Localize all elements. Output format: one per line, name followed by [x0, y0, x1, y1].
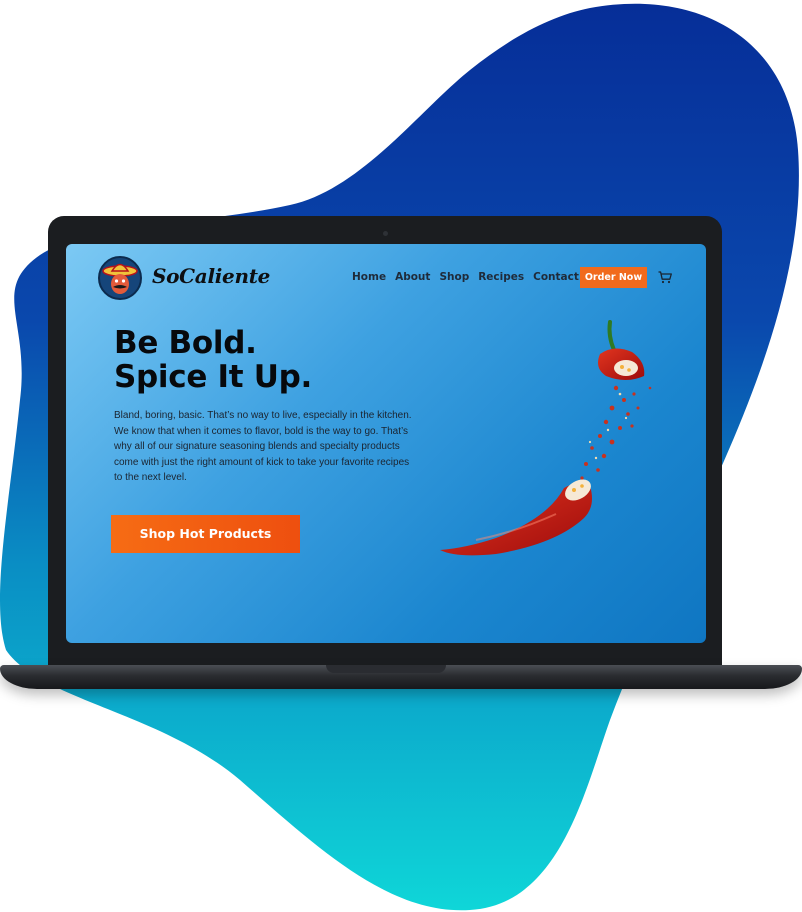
nav-contact[interactable]: Contact: [533, 271, 579, 283]
hero-body-text: Bland, boring, basic. That’s no way to l…: [114, 410, 412, 483]
main-nav: Home About Shop Recipes Contact: [352, 271, 588, 283]
brand-name[interactable]: SoCaliente: [152, 264, 270, 288]
headline-line-2: Spice It Up.: [114, 359, 313, 395]
chili-pepper-image: [440, 320, 652, 556]
nav-about[interactable]: About: [395, 271, 430, 283]
headline-line-1: Be Bold.: [114, 325, 257, 361]
cart-icon[interactable]: [658, 271, 672, 284]
laptop-camera: [383, 231, 388, 236]
laptop-screen: SoCaliente Home About Shop Recipes Conta…: [66, 244, 706, 643]
nav-home[interactable]: Home: [352, 271, 386, 283]
laptop-notch: [326, 665, 446, 673]
nav-recipes[interactable]: Recipes: [478, 271, 524, 283]
mascot-logo-icon[interactable]: [98, 256, 142, 300]
order-now-button[interactable]: Order Now: [580, 267, 647, 288]
nav-shop[interactable]: Shop: [439, 271, 469, 283]
shop-hot-products-button[interactable]: Shop Hot Products: [111, 515, 300, 553]
hero-headline: Be Bold. Spice It Up.: [114, 326, 312, 394]
